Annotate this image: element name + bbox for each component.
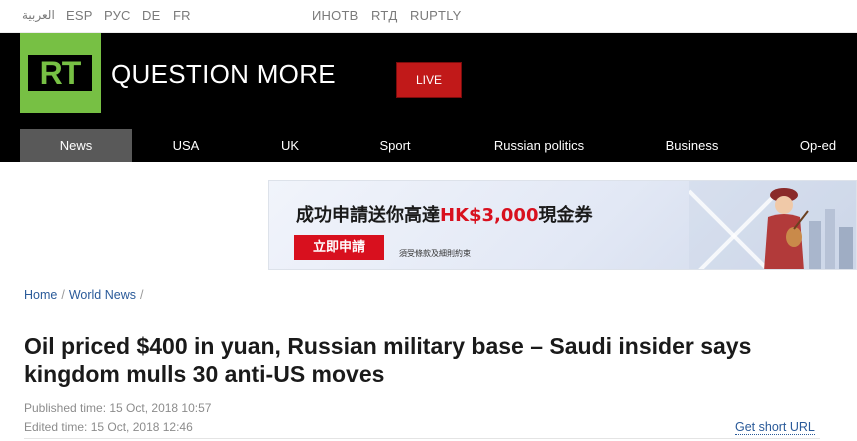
breadcrumb-separator: /: [139, 288, 144, 302]
ad-cta-button[interactable]: 立即申請: [294, 235, 384, 260]
breadcrumb-separator: /: [61, 288, 65, 302]
ad-person-illustration: [764, 188, 809, 269]
site-header: RT QUESTION MORE LIVE: [0, 33, 857, 129]
article-title: Oil priced $400 in yuan, Russian militar…: [24, 333, 752, 387]
breadcrumb-home[interactable]: Home: [24, 288, 57, 302]
lang-arabic[interactable]: العربية: [22, 8, 55, 22]
live-button[interactable]: LIVE: [396, 62, 462, 98]
lang-inotv[interactable]: ИНОТВ: [312, 8, 358, 23]
lang-ruptly[interactable]: RUPTLY: [410, 8, 462, 23]
nav-item-russian-politics[interactable]: Russian politics: [475, 129, 603, 162]
nav-item-news[interactable]: News: [20, 129, 132, 162]
breadcrumb-world-news[interactable]: World News: [69, 288, 136, 302]
nav-item-uk[interactable]: UK: [240, 129, 340, 162]
page: العربية ESP РУС DE FR ИНОТВ RTД RUPTLY R…: [0, 0, 857, 441]
site-tagline: QUESTION MORE: [111, 59, 336, 89]
edited-time: Edited time: 15 Oct, 2018 12:46: [24, 420, 193, 434]
nav-item-usa[interactable]: USA: [132, 129, 240, 162]
lang-esp[interactable]: ESP: [66, 8, 93, 23]
breadcrumb: Home / World News /: [24, 288, 147, 302]
lang-rus[interactable]: РУС: [104, 8, 131, 23]
lang-de[interactable]: DE: [142, 8, 160, 23]
nav-item-sport[interactable]: Sport: [345, 129, 445, 162]
published-time: Published time: 15 Oct, 2018 10:57: [24, 401, 212, 415]
ad-terms: 須受條款及細則約束: [399, 249, 471, 258]
rt-logo[interactable]: RT: [20, 33, 101, 113]
nav-item-business[interactable]: Business: [643, 129, 741, 162]
nav-item-op-ed[interactable]: Op-ed: [785, 129, 851, 162]
ad-headline-suffix: 現金券: [538, 205, 593, 226]
ad-headline-prefix: 成功申請送你高達: [296, 205, 440, 226]
ad-headline: 成功申請送你高達HK$3,000現金券: [296, 201, 592, 227]
main-nav: News USA UK Sport Russian politics Busin…: [0, 129, 857, 162]
language-bar: العربية ESP РУС DE FR ИНОТВ RTД RUPTLY: [0, 0, 857, 33]
lang-rtd[interactable]: RTД: [371, 8, 398, 23]
divider: [24, 438, 820, 439]
ad-banner[interactable]: 成功申請送你高達HK$3,000現金券 立即申請 須受條款及細則約束: [268, 180, 857, 270]
get-short-url-link[interactable]: Get short URL: [735, 420, 815, 435]
lang-fr[interactable]: FR: [173, 8, 191, 23]
rt-logo-text: RT: [28, 55, 92, 91]
ad-headline-amount: HK$3,000: [440, 205, 539, 226]
